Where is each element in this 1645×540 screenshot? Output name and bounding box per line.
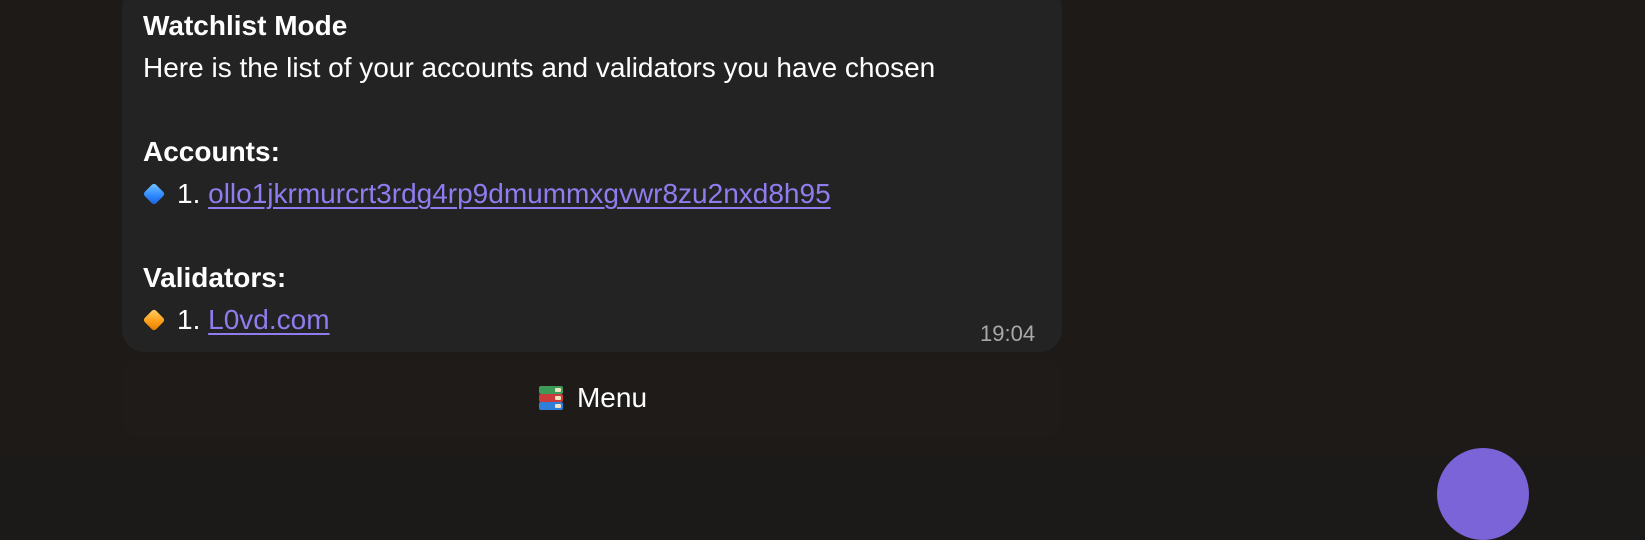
validator-index: 1. [177,304,201,335]
message-timestamp: 19:04 [980,321,1036,346]
validator-link[interactable]: L0vd.com [208,304,329,335]
message-title: Watchlist Mode [143,10,348,41]
avatar [1437,448,1529,540]
message-intro-text: Here is the list of your accounts and va… [143,52,936,83]
menu-button[interactable]: Menu [122,359,1062,437]
books-icon [537,384,565,412]
account-list-item: 1. ollo1jkrmurcrt3rdg4rp9dmummxgvwr8zu2n… [142,176,831,212]
account-address-link[interactable]: ollo1jkrmurcrt3rdg4rp9dmummxgvwr8zu2nxd8… [208,178,831,209]
validator-list-item: 1. L0vd.com [142,302,330,338]
account-index: 1. [177,178,201,209]
chat-area: Watchlist Mode Here is the list of your … [0,0,1645,540]
orange-diamond-icon [142,308,166,332]
validators-heading: Validators: [143,262,287,293]
accounts-heading: Accounts: [143,136,280,167]
blue-diamond-icon [142,182,166,206]
menu-button-label: Menu [576,382,648,413]
menu-button-content: Menu [537,380,647,416]
